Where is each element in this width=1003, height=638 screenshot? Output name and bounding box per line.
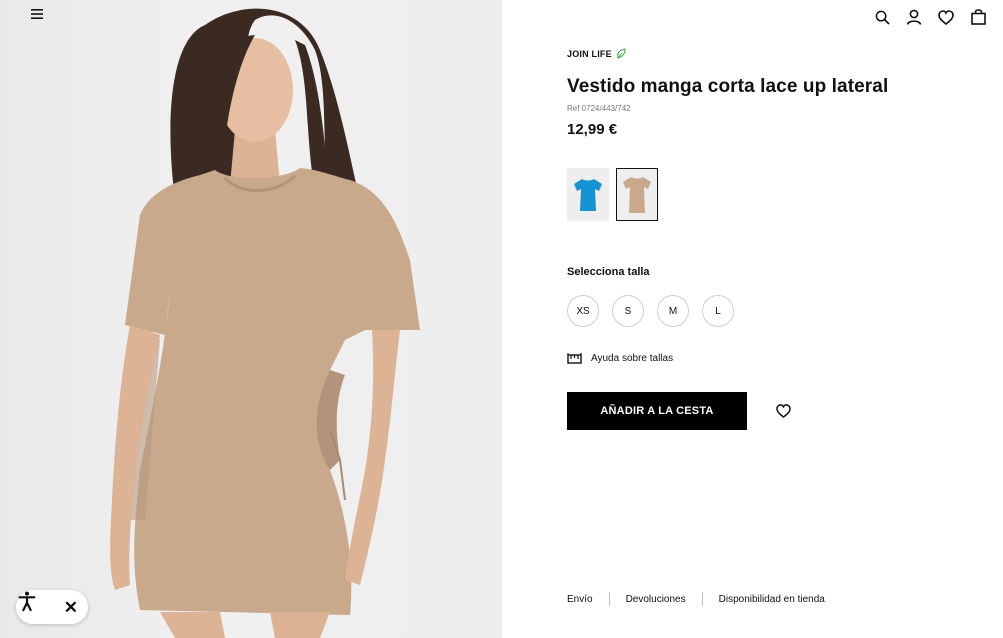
product-title: Vestido manga corta lace up lateral [567,76,889,97]
size-option[interactable]: M [657,295,689,327]
blue-dress-thumbnail [574,178,602,211]
leaf-icon [617,48,626,59]
add-to-cart-button[interactable]: AÑADIR A LA CESTA [567,392,747,430]
join-life-badge: JOIN LIFE [567,48,626,59]
product-image: ✕ [0,0,502,638]
heart-icon [938,9,954,25]
search-icon [875,10,890,25]
account-button[interactable] [905,8,923,26]
product-ref: Ref 0724/443/742 [567,104,631,113]
beige-dress-thumbnail [623,176,651,213]
size-option[interactable]: S [612,295,644,327]
size-option[interactable]: L [702,295,734,327]
wishlist-button[interactable] [937,8,955,26]
model-illustration [110,8,420,638]
size-option[interactable]: XS [567,295,599,327]
heart-icon [775,404,791,418]
user-icon [906,9,922,25]
size-label: Selecciona talla [567,266,650,278]
returns-link[interactable]: Devoluciones [626,594,686,605]
shipping-link[interactable]: Envío [567,594,593,605]
color-selector [567,168,658,221]
color-swatch-blue[interactable] [567,168,609,221]
menu-icon [31,9,43,19]
size-help-link[interactable]: Ayuda sobre tallas [567,352,673,364]
product-price: 12,99 € [567,121,618,138]
divider [608,592,610,606]
search-button[interactable] [873,8,891,26]
accessibility-widget: ✕ [16,590,88,624]
color-swatch-beige[interactable] [616,168,658,221]
accessibility-button[interactable] [18,591,48,619]
cart-button[interactable] [969,8,987,26]
info-links: Envío Devoluciones Disponibilidad en tie… [567,592,825,606]
ruler-icon [567,353,582,364]
accessibility-icon [18,591,36,612]
close-icon[interactable]: ✕ [64,599,78,616]
header-actions [873,8,987,26]
brand-label: JOIN LIFE [567,48,612,59]
divider [701,592,703,606]
size-help-label: Ayuda sobre tallas [591,352,674,364]
size-selector: XS S M L [567,295,734,327]
add-to-wishlist-button[interactable] [774,402,792,420]
store-availability-link[interactable]: Disponibilidad en tienda [719,594,825,605]
menu-button[interactable] [30,8,50,26]
bag-icon [970,9,986,25]
